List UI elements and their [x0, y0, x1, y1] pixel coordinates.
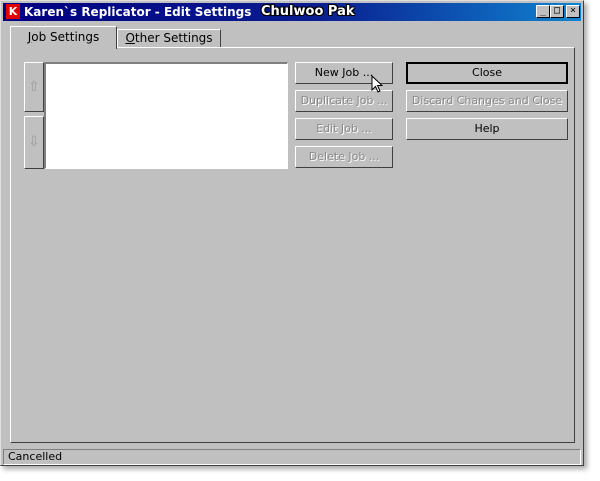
arrow-down-icon: ⇩ — [28, 134, 40, 150]
tab-mnemonic: O — [125, 31, 135, 45]
maximize-button[interactable]: □ — [550, 5, 564, 18]
minimize-button[interactable]: _ — [536, 5, 550, 18]
title-bar[interactable]: K Karen`s Replicator - Edit Settings Chu… — [3, 3, 581, 21]
help-button[interactable]: Help — [406, 118, 568, 140]
status-text: Cancelled — [8, 450, 63, 463]
status-bar: Cancelled — [3, 449, 581, 465]
edit-settings-window: K Karen`s Replicator - Edit Settings Chu… — [0, 0, 584, 466]
app-icon[interactable]: K — [6, 4, 20, 19]
window-title: Karen`s Replicator - Edit Settings — [24, 5, 252, 19]
job-list[interactable] — [44, 62, 288, 169]
delete-job-button[interactable]: Delete Job ... — [295, 146, 393, 168]
move-down-button[interactable]: ⇩ — [24, 116, 44, 169]
author-overlay-text: Chulwoo Pak — [261, 4, 355, 19]
discard-changes-button[interactable]: Discard Changes and Close — [406, 90, 568, 112]
tab-job-settings[interactable]: Job Settings — [10, 26, 117, 49]
close-button[interactable]: Close — [406, 62, 568, 84]
mouse-cursor-icon — [371, 75, 384, 93]
close-window-button[interactable]: × — [566, 5, 580, 18]
move-up-button[interactable]: ⇧ — [24, 62, 44, 112]
edit-job-button[interactable]: Edit Job ... — [295, 118, 393, 140]
arrow-up-icon: ⇧ — [28, 79, 40, 95]
tab-label: ob Settings — [31, 30, 100, 44]
tab-other-settings[interactable]: Other Settings — [117, 29, 221, 47]
tab-label: ther Settings — [134, 31, 213, 45]
